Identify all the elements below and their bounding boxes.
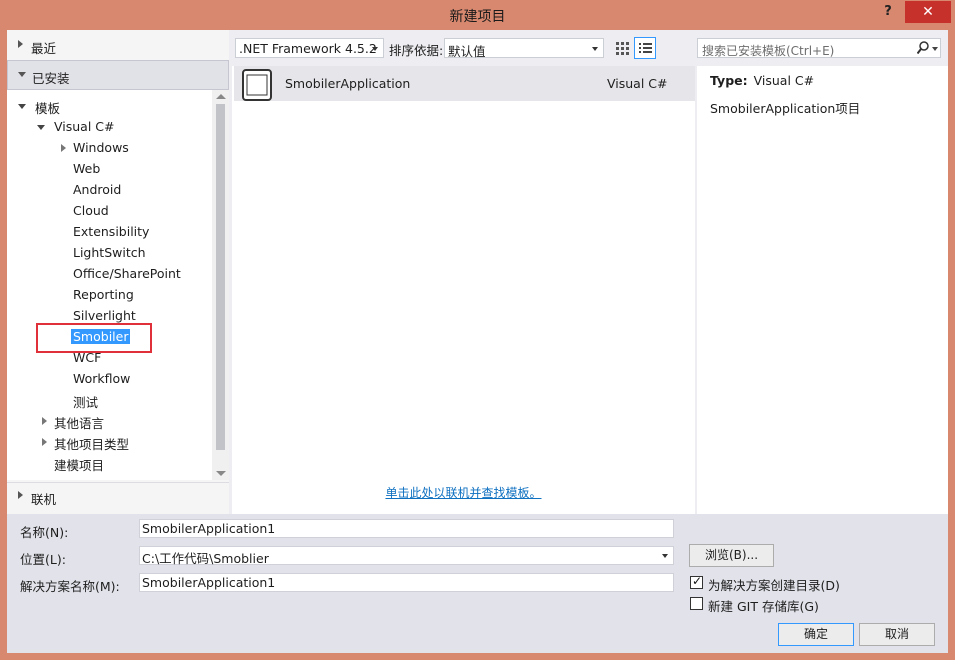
check-mark-icon: ✓: [692, 574, 703, 588]
tree-node-label: Silverlight: [73, 308, 136, 323]
template-language: Visual C#: [607, 76, 668, 91]
cancel-button[interactable]: 取消: [859, 623, 935, 646]
expand-arrow-icon: [61, 144, 66, 152]
template-item-smobiler-application[interactable]: SmobilerApplication Visual C#: [234, 66, 695, 101]
title-bar: 新建项目 ? ✕: [0, 0, 955, 30]
expand-arrow-icon: [42, 417, 47, 425]
search-options-arrow-icon[interactable]: [932, 47, 938, 51]
tree-node-label: 其他语言: [54, 416, 105, 431]
expand-arrow-icon: [18, 491, 23, 499]
solution-name-value: SmobilerApplication1: [142, 575, 276, 590]
project-name-value: SmobilerApplication1: [142, 521, 276, 536]
location-value: C:\工作代码\Smoblier: [142, 551, 269, 566]
create-directory-label: 为解决方案创建目录(D): [708, 578, 840, 593]
dropdown-arrow-icon[interactable]: [662, 554, 668, 558]
tree-node-label: Windows: [73, 140, 129, 155]
tree-node-label: Cloud: [73, 203, 109, 218]
nav-installed-label: 已安装: [32, 71, 70, 86]
location-field[interactable]: C:\工作代码\Smoblier: [139, 546, 674, 566]
checkbox[interactable]: [690, 597, 703, 610]
browse-button[interactable]: 浏览(B)...: [689, 544, 774, 567]
template-name: SmobilerApplication: [285, 76, 411, 91]
search-placeholder: 搜索已安装模板(Ctrl+E): [702, 44, 835, 58]
nav-installed[interactable]: 已安装: [7, 60, 229, 90]
scroll-thumb[interactable]: [216, 104, 225, 450]
checkbox[interactable]: ✓: [690, 574, 703, 589]
tree-node-label: Extensibility: [73, 224, 150, 239]
type-label: Type:: [710, 73, 748, 88]
new-project-dialog: 最近 已安装 模板 Visual C# Windows Web Android …: [7, 30, 948, 653]
tree-node-label: Office/SharePoint: [73, 266, 181, 281]
details-panel: Type: Visual C# SmobilerApplication项目: [697, 66, 948, 514]
sort-value: 默认值: [448, 44, 486, 59]
mobile-device-icon: [241, 69, 273, 101]
tree-node-label: Visual C#: [54, 119, 115, 134]
scroll-down-icon[interactable]: [216, 471, 226, 476]
project-name-field[interactable]: SmobilerApplication1: [139, 519, 674, 538]
template-tree: 模板 Visual C# Windows Web Android Cloud E…: [7, 90, 212, 480]
tree-node-label: 建模项目: [54, 458, 105, 473]
project-settings-form: 名称(N): SmobilerApplication1 位置(L): C:\工作…: [7, 514, 948, 653]
tree-scrollbar[interactable]: [212, 90, 229, 480]
nav-recent-label: 最近: [31, 41, 57, 56]
nav-recent[interactable]: 最近: [7, 32, 229, 60]
dropdown-arrow-icon: [592, 47, 598, 51]
nav-online-label: 联机: [31, 492, 57, 507]
template-description: SmobilerApplication项目: [710, 101, 861, 116]
search-icon[interactable]: [916, 41, 929, 55]
tree-node-label: 测试: [73, 395, 99, 410]
tree-node-label: WCF: [73, 350, 102, 365]
sort-label: 排序依据:: [389, 43, 444, 58]
framework-dropdown[interactable]: .NET Framework 4.5.2: [235, 38, 384, 58]
expand-arrow-icon: [42, 438, 47, 446]
sort-dropdown[interactable]: 默认值: [444, 38, 604, 59]
tree-node-label: 模板: [35, 101, 61, 116]
search-input[interactable]: 搜索已安装模板(Ctrl+E): [697, 38, 941, 58]
tree-node-label: Android: [73, 182, 122, 197]
ok-button[interactable]: 确定: [778, 623, 854, 646]
collapse-arrow-icon: [37, 125, 45, 130]
scroll-up-icon[interactable]: [216, 94, 226, 99]
tree-node-label: Reporting: [73, 287, 134, 302]
type-value: Visual C#: [753, 73, 815, 88]
window-title: 新建项目: [449, 9, 506, 25]
find-templates-online-link[interactable]: 单击此处以联机并查找模板。: [232, 484, 695, 501]
tree-node-label: LightSwitch: [73, 245, 146, 260]
collapse-arrow-icon: [18, 104, 26, 109]
highlight-annotation-box: [36, 323, 152, 353]
nav-online[interactable]: 联机: [7, 482, 229, 510]
template-type: Type: Visual C#: [710, 73, 814, 88]
new-git-repo-label: 新建 GIT 存储库(G): [708, 599, 819, 614]
expand-arrow-icon: [18, 40, 23, 48]
name-label: 名称(N):: [20, 525, 69, 540]
list-view-icon[interactable]: [634, 37, 656, 59]
tree-node-label: 其他项目类型: [54, 437, 130, 452]
close-button[interactable]: ✕: [905, 1, 951, 23]
location-label: 位置(L):: [20, 552, 66, 567]
help-button[interactable]: ?: [880, 4, 896, 19]
dropdown-arrow-icon: [372, 47, 378, 51]
category-panel: 最近 已安装 模板 Visual C# Windows Web Android …: [7, 30, 229, 514]
template-list: SmobilerApplication Visual C# 单击此处以联机并查找…: [232, 66, 695, 514]
solution-name-field[interactable]: SmobilerApplication1: [139, 573, 674, 592]
grid-view-icon[interactable]: [612, 38, 632, 58]
tree-node-label: Workflow: [73, 371, 131, 386]
collapse-arrow-icon: [18, 72, 26, 77]
tree-node-label: Web: [73, 161, 101, 176]
solution-name-label: 解决方案名称(M):: [20, 579, 120, 594]
framework-value: .NET Framework 4.5.2: [239, 41, 377, 56]
